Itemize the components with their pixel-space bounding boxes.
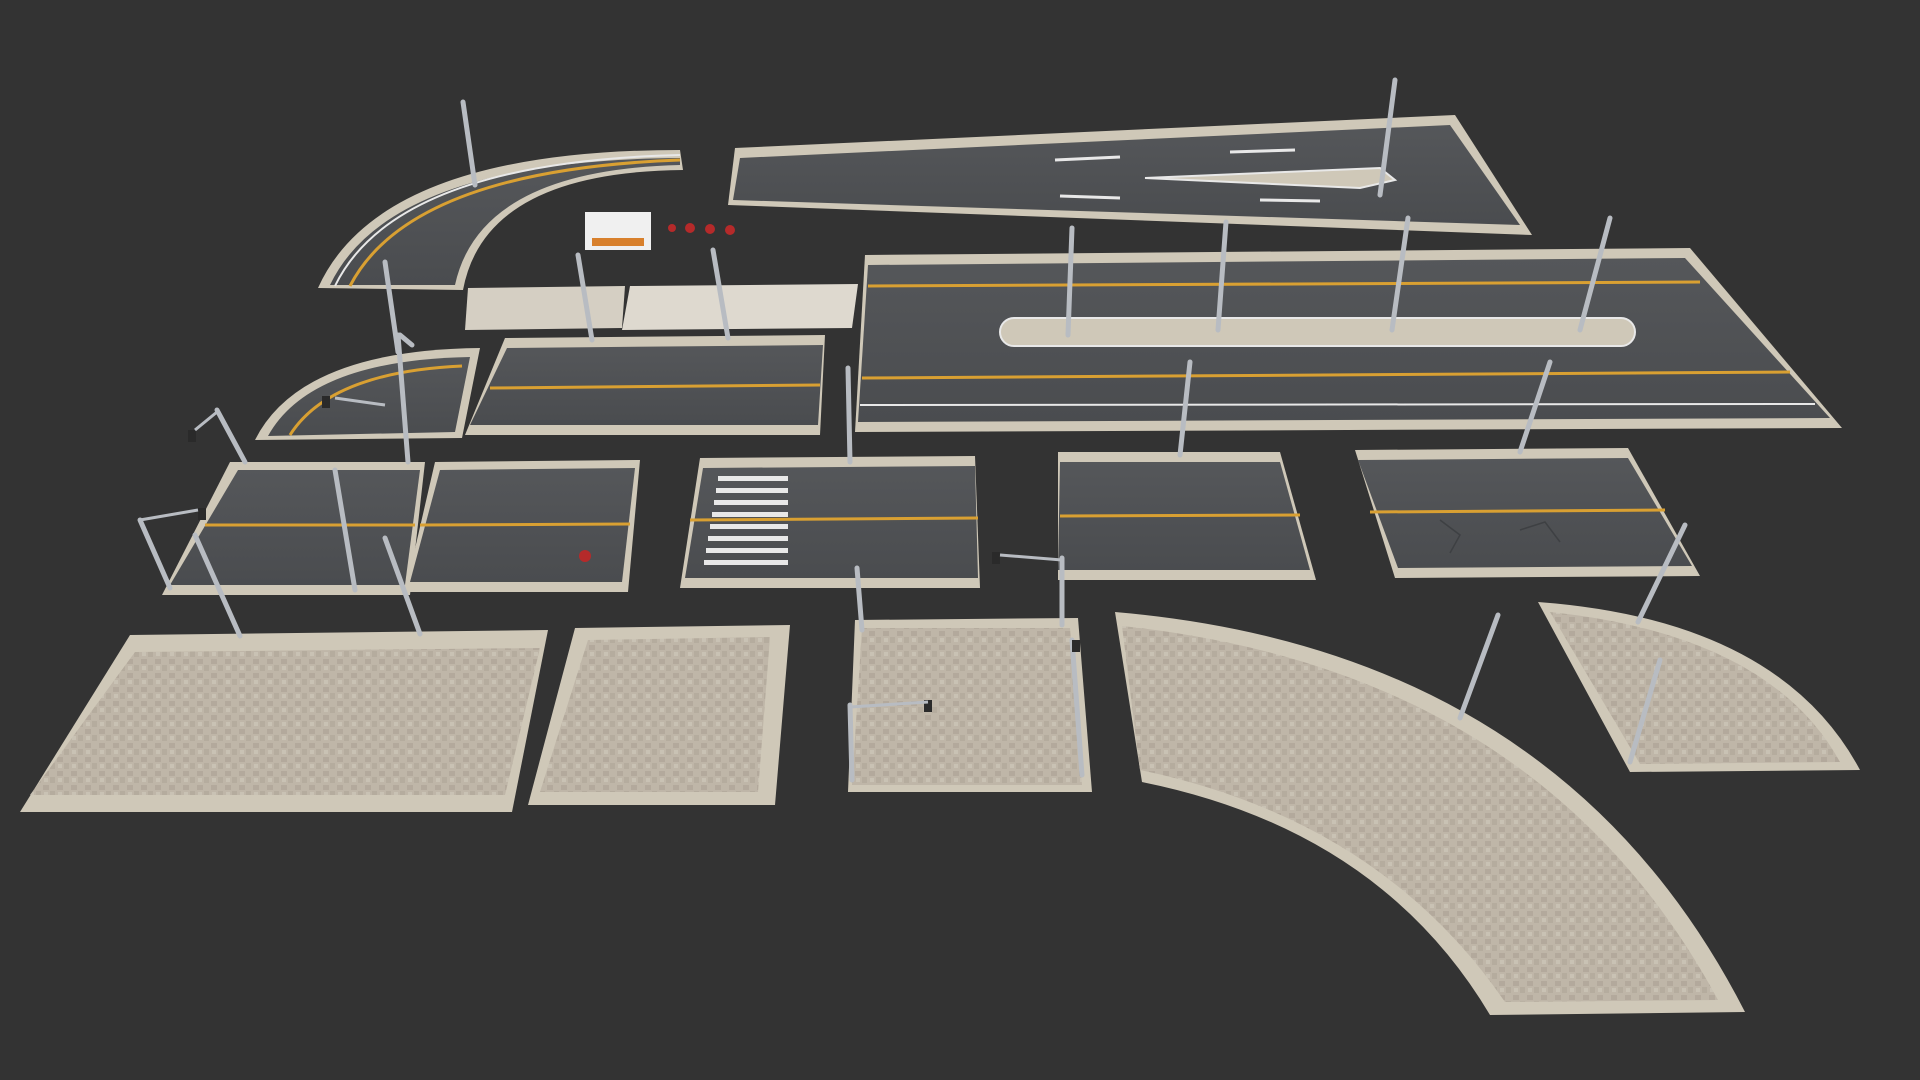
merge-road-top <box>728 115 1532 235</box>
road-kit-render <box>20 77 1860 1015</box>
sidewalk-small <box>528 625 790 805</box>
straight-road-median <box>855 248 1842 432</box>
sidewalk-curve-small <box>1538 602 1860 772</box>
sidewalk-large <box>20 630 548 812</box>
curved-road-mid <box>255 348 480 440</box>
straight-road-cracked <box>1355 448 1700 578</box>
straight-road-small <box>1058 452 1316 580</box>
intersection-left <box>162 462 425 595</box>
sidewalk-strip-top <box>465 284 858 330</box>
intersection-mid <box>405 460 640 592</box>
straight-road-mid <box>465 335 825 435</box>
bus-shelter <box>585 212 651 250</box>
sign-group <box>668 223 735 235</box>
crosswalk-road <box>680 456 980 588</box>
